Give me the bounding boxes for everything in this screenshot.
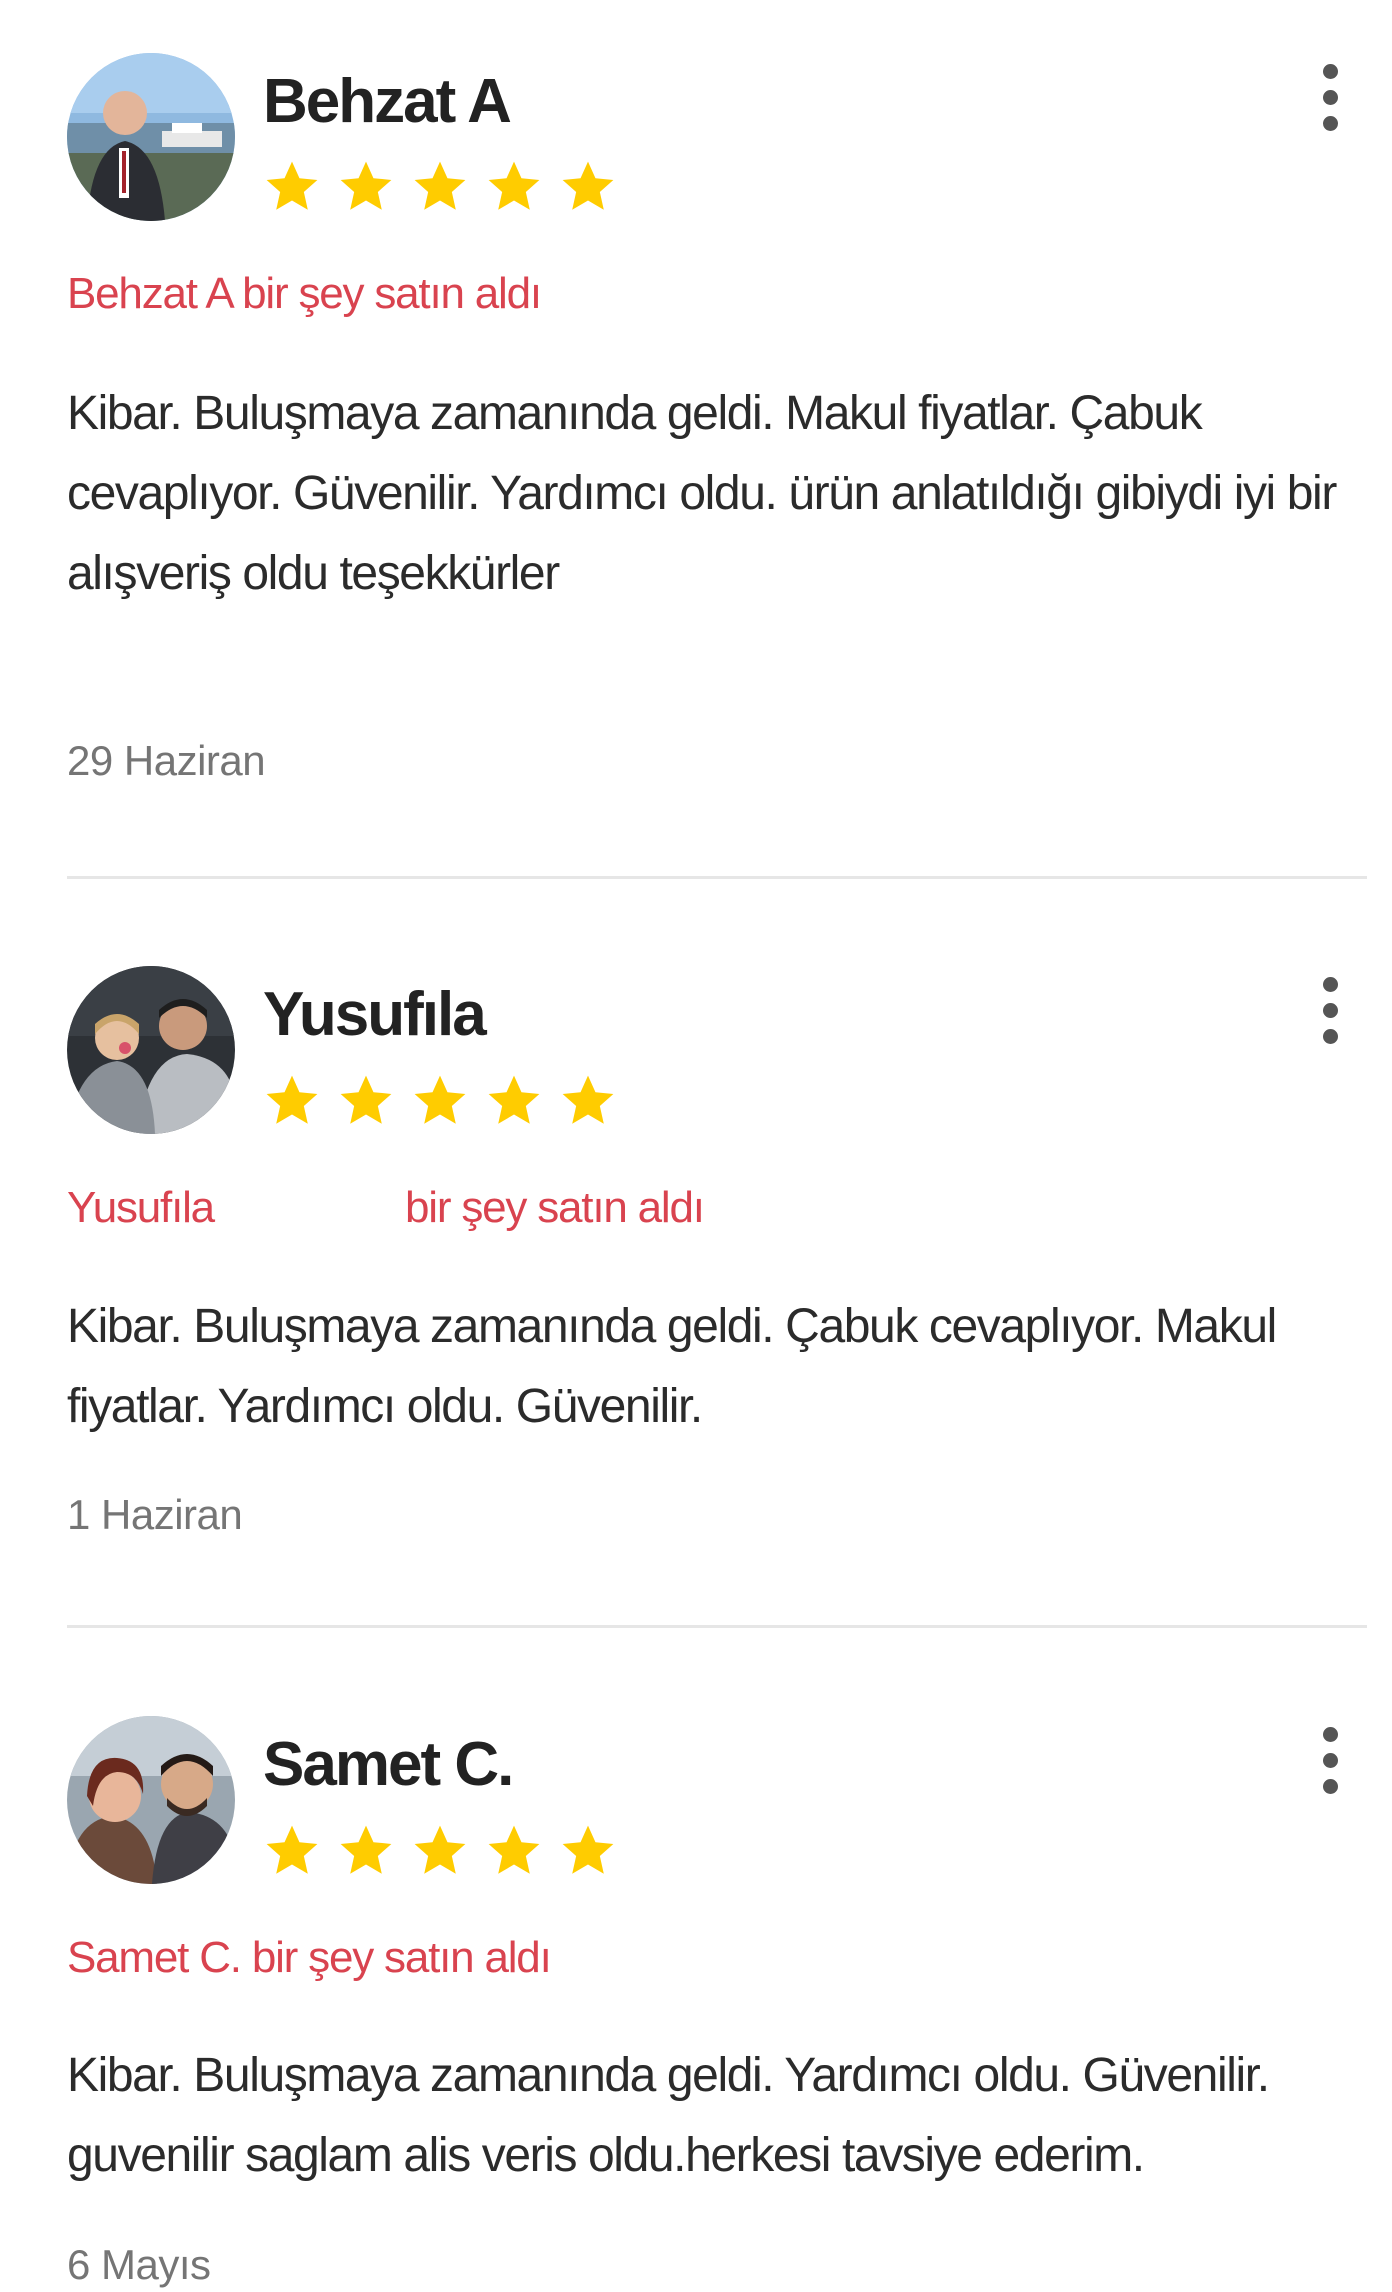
star-icon [559, 158, 617, 218]
more-vertical-icon [1322, 976, 1338, 992]
review-text: Kibar. Buluşmaya zamanında geldi. Makul … [67, 387, 1337, 600]
purchase-name[interactable]: Samet C. [67, 1933, 242, 1982]
reviewer-name[interactable]: Behzat A [263, 71, 512, 133]
avatar-photo [67, 1716, 235, 1884]
star-icon [485, 158, 543, 218]
star-icon [263, 1072, 321, 1132]
reviewer-name[interactable]: Yusufıla [263, 984, 487, 1046]
purchase-label: bir şey satın aldı [405, 1183, 705, 1232]
avatar[interactable] [67, 1716, 235, 1884]
more-options-button[interactable] [1300, 52, 1360, 142]
star-icon [263, 1822, 321, 1882]
purchase-label: bir şey satın aldı [251, 1933, 552, 1982]
review-date: 1 Haziran [67, 1491, 243, 1538]
star-icon [263, 158, 321, 218]
purchase-name[interactable]: Yusufıla [67, 1183, 215, 1232]
purchase-name[interactable]: Behzat A [67, 269, 232, 318]
divider [67, 876, 1367, 879]
star-icon [337, 1072, 395, 1132]
review-text: Kibar. Buluşmaya zamanında geldi. Yardım… [67, 2049, 1270, 2182]
star-icon [559, 1072, 617, 1132]
more-options-button[interactable] [1300, 1715, 1360, 1805]
star-icon [559, 1822, 617, 1882]
purchase-note: Yusufıla bir şey satın aldı [67, 1183, 705, 1232]
rating-stars [263, 158, 617, 218]
star-icon [485, 1822, 543, 1882]
review-card: Yusufıla Yusufıla bir şey satın aldı Kib… [0, 880, 1392, 1630]
reviewer-name[interactable]: Samet C. [263, 1734, 514, 1796]
star-icon [411, 1072, 469, 1132]
purchase-note: Behzat A bir şey satın aldı [67, 269, 542, 318]
star-icon [485, 1072, 543, 1132]
more-vertical-icon [1322, 63, 1338, 79]
more-vertical-icon [1322, 1726, 1338, 1742]
review-date: 29 Haziran [67, 737, 266, 784]
more-options-button[interactable] [1300, 965, 1360, 1055]
avatar-photo [67, 53, 235, 221]
avatar[interactable] [67, 966, 235, 1134]
avatar-photo [67, 966, 235, 1134]
avatar[interactable] [67, 53, 235, 221]
star-icon [337, 1822, 395, 1882]
star-icon [411, 158, 469, 218]
divider [67, 1625, 1367, 1628]
rating-stars [263, 1072, 617, 1132]
review-date: 6 Mayıs [67, 2241, 211, 2288]
review-card: Samet C. Samet C. bir şey satın aldı Kib… [0, 1630, 1392, 2292]
purchase-label: bir şey satın aldı [242, 269, 542, 318]
star-icon [337, 158, 395, 218]
review-text: Kibar. Buluşmaya zamanında geldi. Çabuk … [67, 1300, 1277, 1433]
rating-stars [263, 1822, 617, 1882]
review-card: Behzat A Behzat A bir şey satın aldı Kib… [0, 0, 1392, 880]
purchase-note: Samet C. bir şey satın aldı [67, 1933, 552, 1982]
star-icon [411, 1822, 469, 1882]
